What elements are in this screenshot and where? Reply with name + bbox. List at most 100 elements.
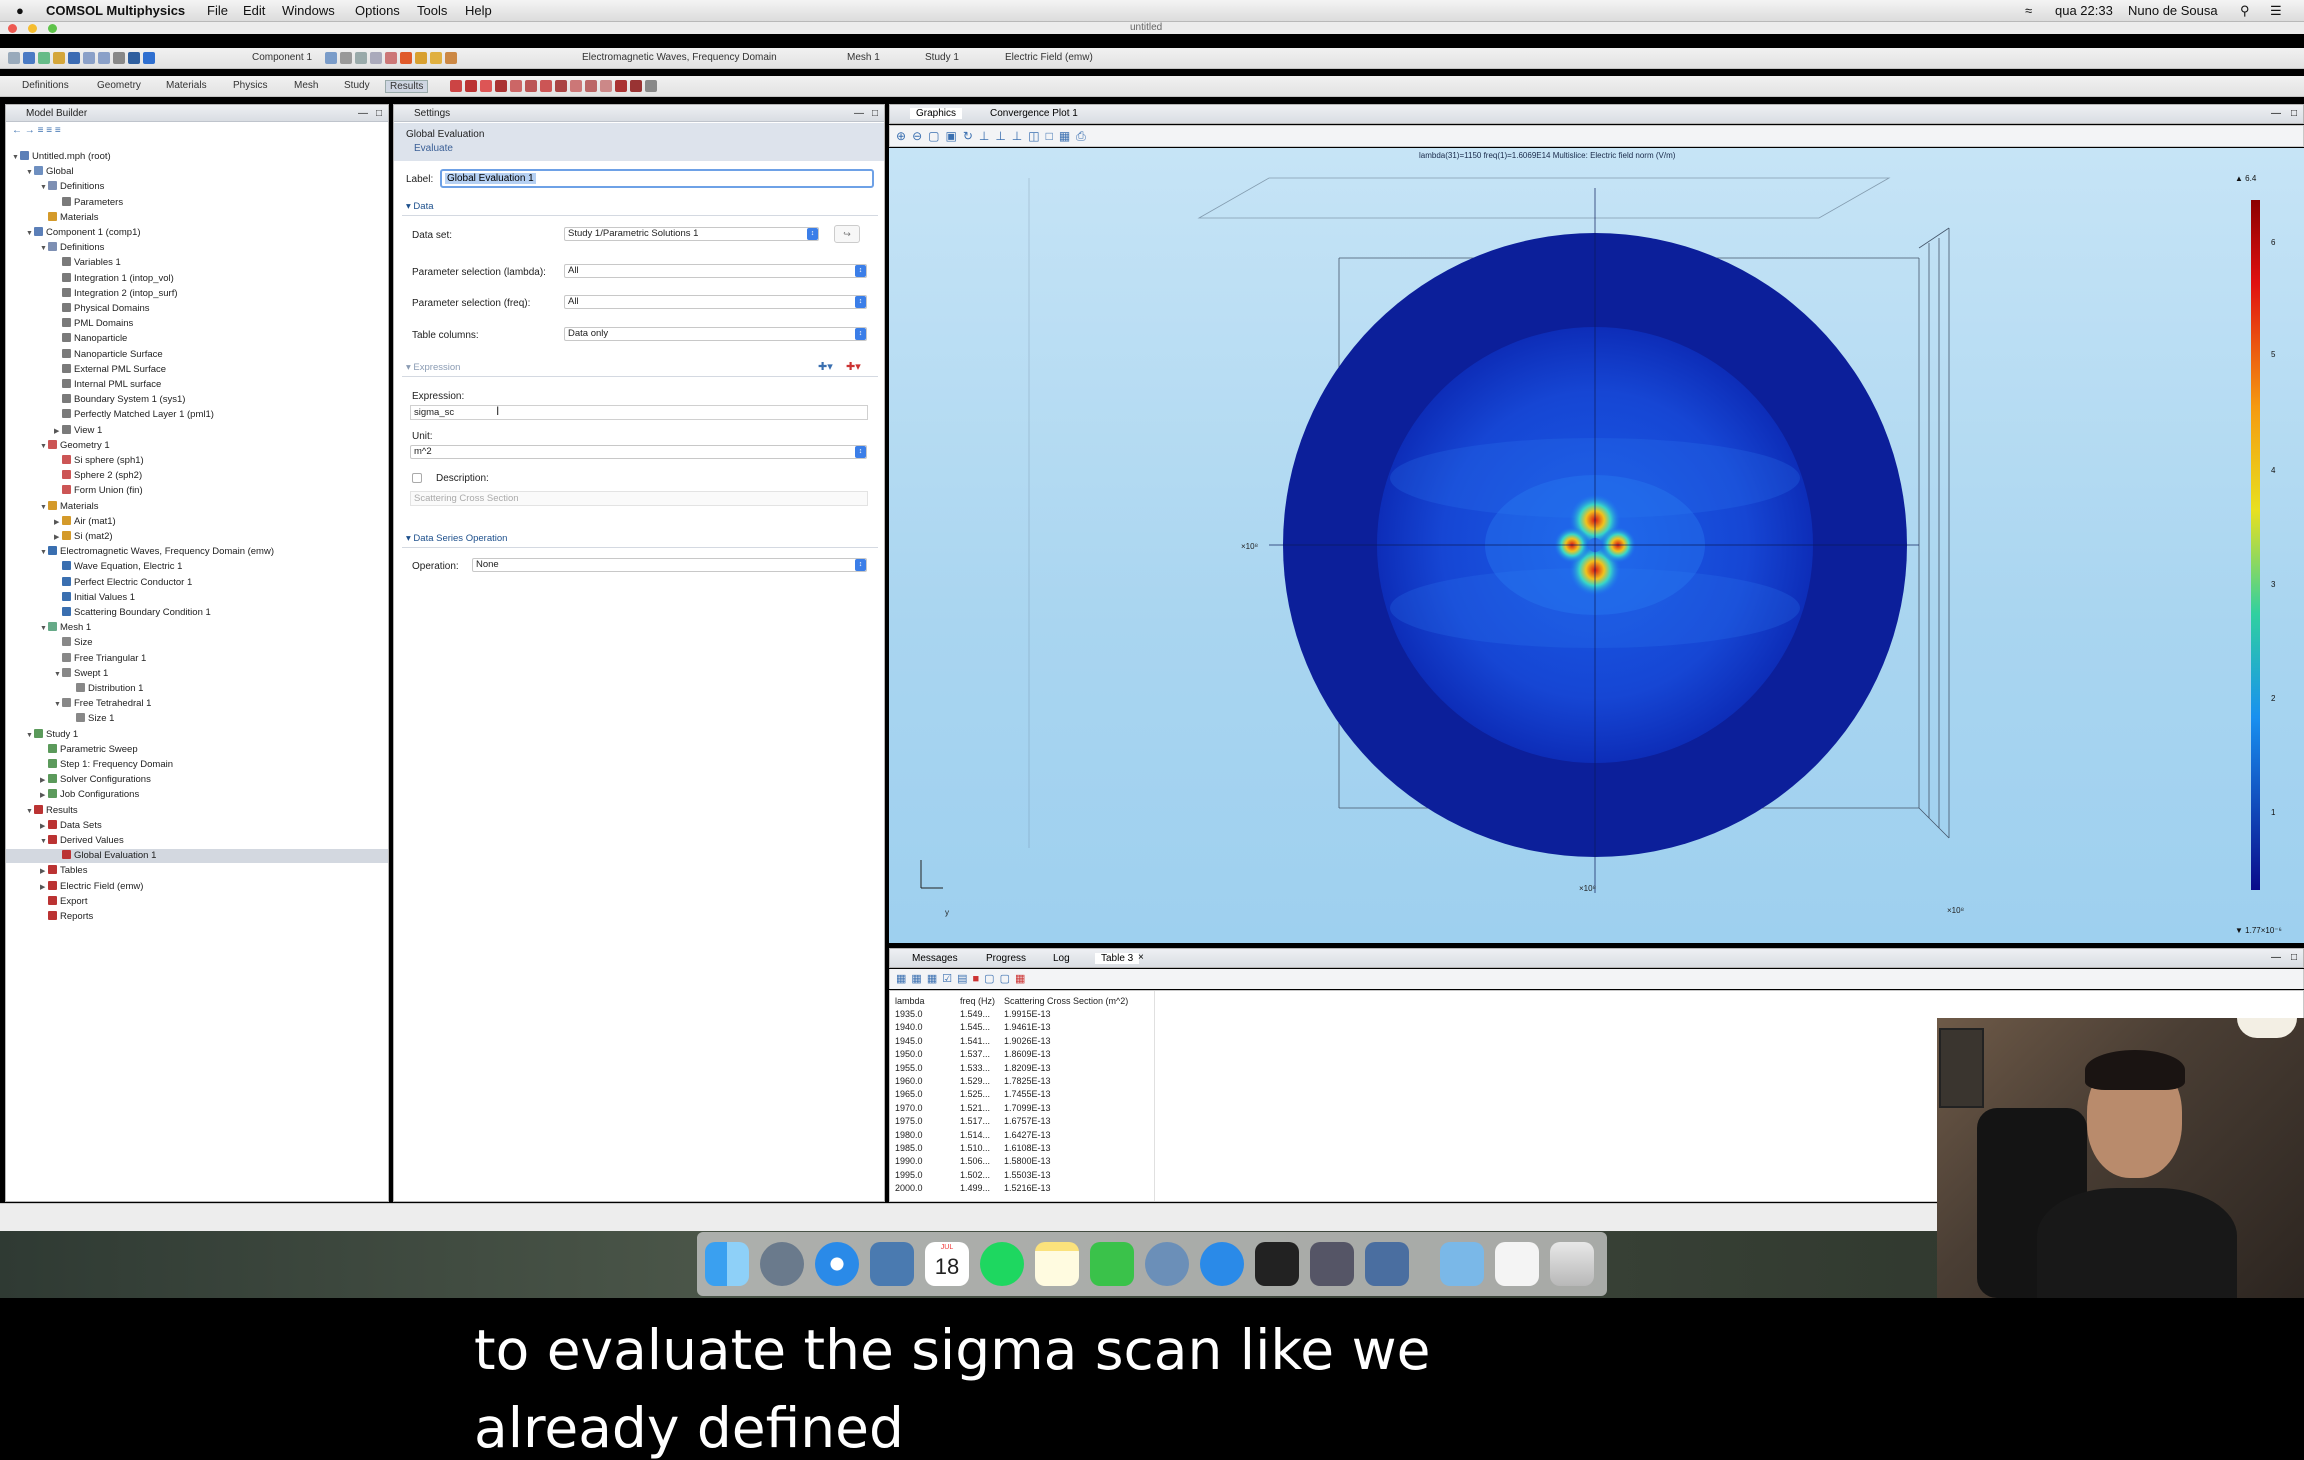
tree-node[interactable]: Size <box>6 636 388 650</box>
blank-model-icon[interactable] <box>38 52 50 64</box>
tree-node[interactable]: ▼ Global <box>6 165 388 179</box>
wifi-icon[interactable]: ≈ <box>2025 3 2032 18</box>
tree-node[interactable]: ▼ Electromagnetic Waves, Frequency Domain… <box>6 545 388 559</box>
collapse-arrow-icon[interactable]: ▼ <box>40 242 48 256</box>
tree-node[interactable]: Perfectly Matched Layer 1 (pml1) <box>6 408 388 422</box>
user-name[interactable]: Nuno de Sousa <box>2128 3 2218 18</box>
data-section-toggle[interactable]: ▾ Data <box>406 201 434 212</box>
expand-arrow-icon[interactable]: ▶ <box>40 789 48 803</box>
graphics-canvas[interactable]: lambda(31)=1150 freq(1)=1.6069E14 Multis… <box>889 148 2304 943</box>
print-icon[interactable]: ⎙ <box>1076 129 1092 143</box>
view-default-icon[interactable]: ◫ <box>1028 129 1045 143</box>
collapse-arrow-icon[interactable]: ▼ <box>26 166 34 180</box>
screenshot-icon[interactable]: ▦ <box>1059 129 1076 143</box>
tree-node[interactable]: PML Domains <box>6 317 388 331</box>
operation-select[interactable]: None ↕ <box>472 558 867 572</box>
table-icon[interactable] <box>570 80 582 92</box>
param-lambda-select[interactable]: All ↕ <box>564 264 867 278</box>
notification-icon[interactable]: ☰ <box>2270 3 2282 19</box>
replace-expression-icon[interactable]: ✚▾ <box>818 360 833 373</box>
table-manual-precision-icon[interactable]: ▦ <box>927 973 942 985</box>
column-header[interactable]: freq (Hz) <box>960 996 995 1006</box>
materials-icon[interactable] <box>415 52 427 64</box>
add-material-icon[interactable] <box>430 52 442 64</box>
tree-node[interactable]: Materials <box>6 211 388 225</box>
tree-node-selected[interactable]: Global Evaluation 1 <box>6 849 388 864</box>
tab-log[interactable]: Log <box>1053 953 1070 964</box>
table-full-precision-icon[interactable]: ▦ <box>896 973 911 985</box>
tree-node[interactable]: Sphere 2 (sph2) <box>6 469 388 483</box>
zoom-out-icon[interactable]: ⊖ <box>912 129 928 143</box>
clear-table-icon[interactable]: ☑ <box>942 973 957 985</box>
launchpad-icon[interactable] <box>760 1242 804 1286</box>
insert-expression-icon[interactable]: ✚▾ <box>846 360 861 373</box>
3d-plot-icon[interactable] <box>465 80 477 92</box>
calendar-icon[interactable]: JUL 18 <box>925 1242 969 1286</box>
plot-group-icon[interactable] <box>450 80 462 92</box>
tree-node[interactable]: ▼ Geometry 1 <box>6 439 388 453</box>
expand-arrow-icon[interactable]: ▶ <box>54 425 62 439</box>
back-icon[interactable]: ← <box>12 125 22 136</box>
collapse-icon[interactable]: ≡ <box>46 125 52 136</box>
tree-node[interactable]: Wave Equation, Electric 1 <box>6 560 388 574</box>
virtualbox-icon[interactable] <box>1365 1242 1409 1286</box>
study-dropdown[interactable]: Study 1 <box>925 52 959 63</box>
plot-dropdown[interactable]: Electric Field (emw) <box>1005 52 1093 63</box>
tree-node[interactable]: ▶ View 1 <box>6 424 388 438</box>
tree-node[interactable]: ▼ Results <box>6 804 388 818</box>
expand-icon[interactable]: ≡ <box>55 125 61 136</box>
column-header[interactable]: lambda <box>895 996 925 1006</box>
rotate-icon[interactable]: ↻ <box>963 129 979 143</box>
collapse-arrow-icon[interactable]: ▼ <box>40 546 48 560</box>
undo-icon[interactable] <box>83 52 95 64</box>
facetime-icon[interactable] <box>1090 1242 1134 1286</box>
tab-geometry[interactable]: Geometry <box>97 80 141 91</box>
image-icon[interactable] <box>615 80 627 92</box>
maximize-panel-icon[interactable]: □ <box>2291 952 2297 963</box>
help-icon[interactable] <box>143 52 155 64</box>
collapse-arrow-icon[interactable]: ▼ <box>40 440 48 454</box>
save-icon[interactable] <box>68 52 80 64</box>
tab-progress[interactable]: Progress <box>986 953 1026 964</box>
tree-node[interactable]: Parameters <box>6 196 388 210</box>
collapse-arrow-icon[interactable]: ▼ <box>26 729 34 743</box>
terminal-icon[interactable] <box>1255 1242 1299 1286</box>
build-all-icon[interactable] <box>400 52 412 64</box>
tree-node[interactable]: ▼ Mesh 1 <box>6 621 388 635</box>
menu-windows[interactable]: Windows <box>282 3 335 18</box>
preview-icon[interactable] <box>870 1242 914 1286</box>
spotify-icon[interactable] <box>980 1242 1024 1286</box>
archive-utility-icon[interactable] <box>1145 1242 1189 1286</box>
minimize-panel-icon[interactable]: — <box>2271 952 2281 963</box>
view-xy-icon[interactable]: ⊥ <box>979 129 995 143</box>
spotlight-icon[interactable]: ⚲ <box>2240 3 2250 19</box>
tree-node[interactable]: Nanoparticle <box>6 332 388 346</box>
minimize-panel-icon[interactable]: — <box>854 108 864 119</box>
table-histogram-icon[interactable]: ■ <box>973 973 985 985</box>
dataset-select[interactable]: Study 1/Parametric Solutions 1 ↕ <box>564 227 819 241</box>
unit-select[interactable]: m^2 ↕ <box>410 445 867 459</box>
tab-results[interactable]: Results <box>385 80 429 93</box>
tree-node[interactable]: Scattering Boundary Condition 1 <box>6 606 388 620</box>
new-file-icon[interactable] <box>8 52 20 64</box>
tree-node[interactable]: ▼ Swept 1 <box>6 667 388 681</box>
tab-table-3[interactable]: Table 3 <box>1095 953 1140 964</box>
add-component-icon[interactable] <box>325 52 337 64</box>
apple-icon[interactable]: ● <box>16 3 24 18</box>
tree-node[interactable]: ▼ Materials <box>6 500 388 514</box>
column-header[interactable]: Scattering Cross Section (m^2) <box>1004 996 1128 1006</box>
trash-icon[interactable] <box>1550 1242 1594 1286</box>
tree-node[interactable]: ▼ Derived Values <box>6 834 388 848</box>
notes-icon[interactable] <box>1035 1242 1079 1286</box>
tree-node[interactable]: Internal PML surface <box>6 378 388 392</box>
tree-node[interactable]: Step 1: Frequency Domain <box>6 758 388 772</box>
maximize-panel-icon[interactable]: □ <box>872 108 878 119</box>
collapse-arrow-icon[interactable]: ▼ <box>40 622 48 636</box>
component-dropdown[interactable]: Component 1 <box>252 52 312 63</box>
table-graph-icon[interactable]: ▤ <box>957 973 972 985</box>
collapse-arrow-icon[interactable]: ▼ <box>40 501 48 515</box>
param-freq-select[interactable]: All ↕ <box>564 295 867 309</box>
zoom-box-icon[interactable]: ▢ <box>928 129 945 143</box>
tab-definitions[interactable]: Definitions <box>22 80 69 91</box>
tree-node[interactable]: Free Triangular 1 <box>6 652 388 666</box>
